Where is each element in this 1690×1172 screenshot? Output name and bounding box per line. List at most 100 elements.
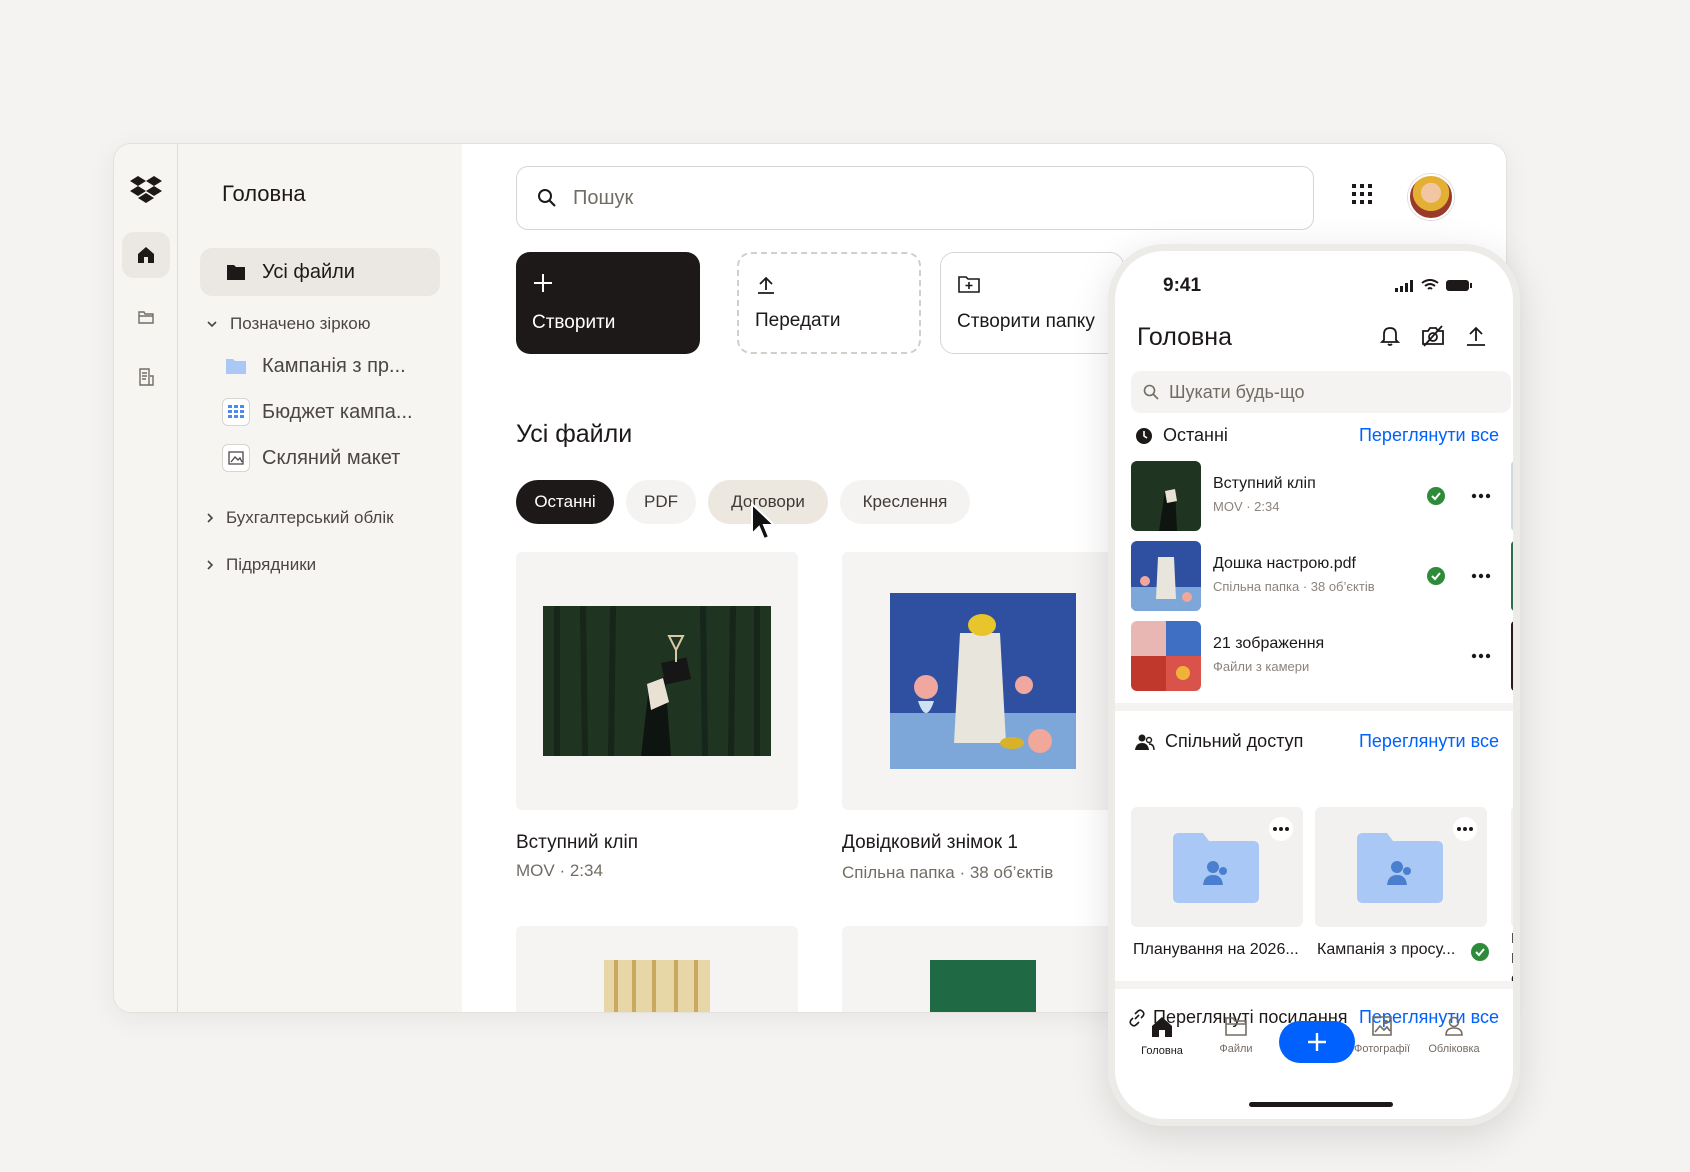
shared-folder-icon (1357, 833, 1443, 903)
green-thumbnail (930, 960, 1036, 1012)
contractors-section-toggle[interactable]: Підрядники (206, 555, 316, 575)
starred-item-glass-mockup[interactable]: Скляний макет (222, 444, 400, 472)
list-item[interactable]: 21 зображення Файли з камери (1131, 621, 1513, 691)
accounting-section-label: Бухгалтерський облік (226, 508, 394, 527)
more-options-icon[interactable] (1471, 648, 1491, 664)
rail-files-button[interactable] (122, 294, 170, 340)
upload-icon[interactable] (1465, 325, 1487, 347)
tab-account[interactable]: Обліковка (1419, 1015, 1489, 1055)
home-icon (1152, 1017, 1172, 1037)
mobile-page-title: Головна (1137, 323, 1232, 351)
home-indicator (1249, 1102, 1393, 1107)
list-item-name: 21 зображення (1213, 635, 1325, 652)
starred-item-campaign[interactable]: Кампанія з пр... (222, 352, 406, 380)
peek-thumbnail (1511, 461, 1513, 531)
folder-blue-icon (222, 352, 250, 380)
create-button-label: Створити (532, 312, 616, 333)
create-button[interactable]: Створити (516, 252, 700, 354)
sidebar-title: Головна (222, 181, 306, 206)
mobile-search-input[interactable]: Шукати будь-що (1131, 371, 1511, 413)
rail-activity-button[interactable] (122, 354, 170, 400)
chevron-down-icon (207, 321, 217, 328)
thumbnail (1131, 621, 1201, 691)
sidebar-item-label: Усі файли (262, 260, 355, 283)
list-item-meta: Файли з камери (1213, 659, 1310, 674)
file-card-reference-photo[interactable] (842, 552, 1124, 810)
synced-check-icon (1471, 943, 1489, 961)
starred-item-budget[interactable]: Бюджет кампа... (222, 398, 413, 426)
starred-item-label: Кампанія з пр... (262, 354, 406, 377)
shared-folder-card[interactable] (1315, 807, 1487, 927)
curtain-thumbnail (604, 960, 710, 1012)
plus-icon (534, 274, 552, 292)
upload-icon (758, 276, 774, 294)
list-item-name: Вступний кліп (1213, 475, 1316, 492)
mobile-tab-bar: Головна Файли Фотографії Обліковка (1115, 1015, 1513, 1085)
more-options-icon[interactable] (1471, 488, 1491, 504)
camera-off-icon[interactable] (1421, 325, 1445, 347)
mobile-header-actions (1379, 325, 1487, 347)
file-card-intro-clip[interactable] (516, 552, 798, 810)
contractors-section-label: Підрядники (226, 555, 317, 574)
shared-folder-name: Кампанія з просу... (1317, 941, 1456, 958)
app-grid-icon[interactable] (1352, 184, 1372, 204)
folder-plus-icon (958, 276, 980, 293)
filter-chip-recent[interactable]: Останні (516, 480, 614, 524)
section-divider (1115, 981, 1513, 989)
signal-icon (1395, 279, 1413, 292)
status-bar-icons (1395, 279, 1473, 292)
rail-home-button[interactable] (122, 232, 170, 278)
sidebar: Головна Усі файли Позначено зіркою Кампа… (178, 144, 462, 1012)
accounting-section-toggle[interactable]: Бухгалтерський облік (206, 508, 394, 528)
user-icon (1445, 1016, 1463, 1036)
peek-thumbnail (1511, 541, 1513, 611)
new-folder-button[interactable]: Створити папку (940, 252, 1124, 354)
tab-photos[interactable]: Фотографії (1347, 1015, 1417, 1055)
filter-chip-drawings[interactable]: Креслення (840, 480, 970, 524)
photo-icon (1372, 1016, 1392, 1036)
shared-label: Спільний доступ (1165, 731, 1304, 751)
more-options-icon[interactable] (1269, 817, 1293, 841)
bell-icon[interactable] (1379, 325, 1401, 347)
battery-icon (1446, 280, 1472, 291)
list-item[interactable]: Вступний кліп MOV · 2:34 (1131, 461, 1513, 531)
image-icon (222, 444, 250, 472)
spreadsheet-icon (222, 398, 250, 426)
recents-view-all-link[interactable]: Переглянути все (1359, 425, 1499, 446)
avatar[interactable] (1408, 174, 1454, 220)
search-icon (1143, 384, 1159, 400)
add-fab-button[interactable] (1279, 1021, 1355, 1063)
starred-section-toggle[interactable]: Позначено зіркою (206, 314, 370, 334)
tab-files[interactable]: Файли (1201, 1015, 1271, 1055)
shared-view-all-link[interactable]: Переглянути все (1359, 731, 1499, 752)
plus-icon (1308, 1033, 1326, 1051)
file-card-partial[interactable] (516, 926, 798, 1012)
more-options-icon[interactable] (1453, 817, 1477, 841)
folder-outline-icon (138, 311, 154, 324)
thumbnail (1131, 541, 1201, 611)
peek-folder-name: Кі Ре (1511, 930, 1520, 987)
new-folder-button-label: Створити папку (957, 311, 1095, 332)
dropbox-logo-icon[interactable] (129, 174, 163, 206)
list-item-name: Дошка настрою.pdf (1213, 555, 1356, 572)
list-item-meta: MOV · 2:34 (1213, 499, 1280, 514)
tab-home[interactable]: Головна (1127, 1015, 1197, 1057)
mobile-search-placeholder: Шукати будь-що (1169, 381, 1305, 402)
synced-check-icon (1427, 487, 1445, 505)
files-section-title: Усі файли (516, 420, 633, 448)
more-options-icon[interactable] (1471, 568, 1491, 584)
list-item[interactable]: Дошка настрою.pdf Спільна папка · 38 об’… (1131, 541, 1513, 611)
search-input[interactable]: Пошук (516, 166, 1314, 230)
home-icon (138, 247, 154, 263)
section-divider (1115, 703, 1513, 711)
upload-button[interactable]: Передати (737, 252, 921, 354)
shared-folder-card[interactable] (1131, 807, 1303, 927)
file-card-title: Вступний кліп (516, 832, 638, 853)
filter-chip-pdf[interactable]: PDF (626, 480, 696, 524)
mobile-app: 9:41 Головна Шукати будь-що Останні Пере… (1108, 244, 1520, 1126)
upload-button-label: Передати (755, 310, 841, 331)
shared-folder-name: Планування на 2026... (1133, 941, 1299, 958)
file-card-partial[interactable] (842, 926, 1124, 1012)
mouse-pointer-icon (751, 502, 777, 541)
sidebar-item-all-files[interactable]: Усі файли (200, 248, 440, 296)
